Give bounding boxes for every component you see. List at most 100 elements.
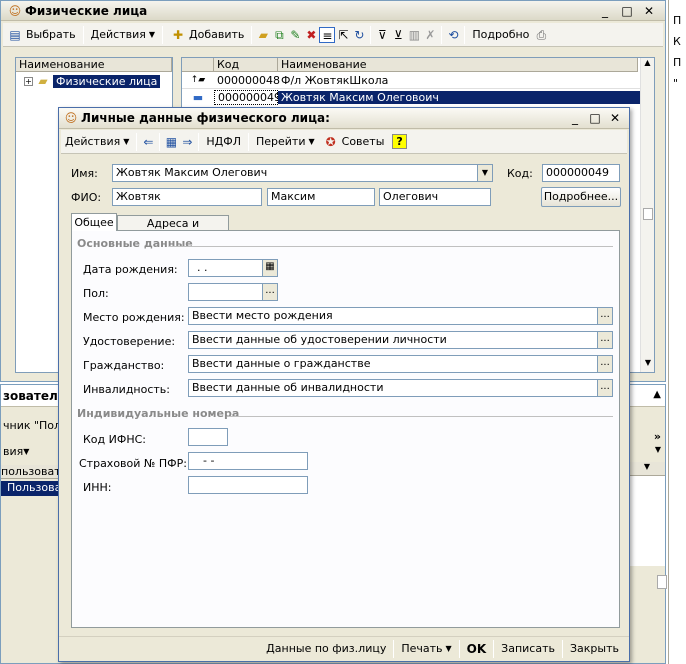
add-button[interactable]: ✚ Добавить [166, 24, 248, 46]
table-row-selected[interactable]: ▬ 000000049 Жовтяк Максим Олеговоич [182, 89, 654, 106]
actions-menu[interactable]: Действия ▼ [87, 24, 159, 46]
sex-select-button[interactable]: ... [262, 283, 278, 301]
separator [198, 132, 200, 151]
minimize-button[interactable]: _ [567, 111, 583, 125]
details-button[interactable]: Подробнее... [541, 187, 621, 207]
tips-icon: ✪ [325, 134, 336, 149]
edit-icon[interactable]: ✎ [287, 27, 303, 43]
users-row[interactable]: Пользова [1, 481, 61, 496]
pfr-label: Страховой № ПФР: [79, 457, 187, 470]
code-field[interactable]: 000000049 [542, 164, 620, 182]
printer-icon[interactable]: ⎙ [533, 27, 549, 43]
fio-first-field[interactable]: Максим [267, 188, 375, 206]
list-scrollbar[interactable]: ▲ ▼ [640, 58, 654, 372]
inn-field[interactable] [188, 476, 308, 494]
ok-button[interactable]: OK [463, 638, 491, 660]
dialog-actions-menu[interactable]: Действия ▼ [61, 131, 133, 153]
filter-list-icon[interactable]: ▥ [406, 27, 422, 43]
disability-field[interactable]: Ввести данные об инвалидности [188, 379, 598, 397]
section-main-title: Основные данные [77, 237, 193, 250]
tips-button[interactable]: ✪ Советы [319, 131, 389, 153]
select-button[interactable]: ▤ Выбрать [3, 24, 80, 46]
id-document-field[interactable]: Ввести данные об удостоверении личности [188, 331, 598, 349]
separator [493, 639, 495, 658]
filter-icon[interactable]: ⊽ [374, 27, 390, 43]
hierarchy-icon[interactable]: ≡ [319, 26, 336, 43]
expand-icon[interactable]: + [24, 76, 33, 86]
user-icon: ☺ [8, 3, 22, 18]
tab-general[interactable]: Общее [71, 213, 117, 231]
close-button[interactable]: ✕ [641, 4, 657, 18]
goto-menu[interactable]: Перейти ▼ [252, 131, 319, 153]
dropdown-arrow-icon: ▼ [123, 137, 130, 146]
minimize-button[interactable]: _ [597, 4, 613, 18]
sync-icon[interactable]: ⟲ [445, 27, 461, 43]
separator [458, 639, 460, 658]
name-label: Имя: [71, 167, 98, 180]
birthplace-label: Место рождения: [83, 311, 185, 324]
separator [82, 25, 84, 44]
filter-set-icon[interactable]: ⊻ [390, 27, 406, 43]
dialog-title: Личные данные физического лица: [81, 111, 330, 125]
dropdown-arrow-icon: ▼ [148, 30, 156, 39]
citizenship-select-button[interactable]: ... [597, 355, 613, 373]
ndfl-button[interactable]: НДФЛ [202, 131, 245, 153]
tab-addresses[interactable]: Адреса и телефоны [117, 215, 229, 245]
citizenship-field[interactable]: Ввести данные о гражданстве [188, 355, 598, 373]
users-title: зователи [3, 389, 67, 403]
disability-select-button[interactable]: ... [597, 379, 613, 397]
calendar-icon[interactable]: ▦ [262, 259, 278, 277]
table-row[interactable]: ↑▰ 000000048 Ф/л ЖовтякШкола [182, 72, 654, 89]
birth-date-field[interactable]: . . [188, 259, 263, 277]
ifns-field[interactable] [188, 428, 228, 446]
id-document-select-button[interactable]: ... [597, 331, 613, 349]
structure-icon[interactable]: ▦ [163, 134, 179, 150]
row-code: 000000048 [217, 73, 280, 87]
fio-last-field[interactable]: Жовтяк [112, 188, 262, 206]
folder-icon: ▰ [38, 74, 48, 88]
users-scroll-thumb[interactable] [657, 575, 667, 589]
dialog-title-bar: ☺ Личные данные физического лица: _ □ ✕ [59, 108, 629, 129]
folder-add-icon[interactable]: ▰ [255, 27, 271, 43]
forward-icon[interactable]: ⇒ [179, 134, 195, 150]
right-line: " [673, 77, 679, 90]
copy-icon[interactable]: ⧉ [271, 27, 287, 43]
maximize-button[interactable]: □ [619, 4, 635, 18]
tree-root-item[interactable]: + ▰ Физические лица [16, 73, 172, 89]
separator [247, 132, 249, 151]
back-icon[interactable]: ⇐ [140, 134, 156, 150]
dialog-bottom-bar: Данные по физ.лицу Печать ▼ OK Записать З… [59, 636, 629, 660]
birthplace-field[interactable]: Ввести место рождения [188, 307, 598, 325]
users-actions-menu[interactable]: вия ▼ [3, 445, 29, 458]
inn-label: ИНН: [83, 481, 112, 494]
element-icon: ▬ [192, 91, 204, 104]
save-button[interactable]: Записать [497, 638, 559, 660]
separator [562, 639, 563, 658]
delete-icon[interactable]: ✖ [303, 27, 319, 43]
list-header-code[interactable]: Код [214, 58, 278, 72]
pfr-field[interactable]: - - [188, 452, 308, 470]
person-data-button[interactable]: Данные по физ.лицу [262, 638, 390, 660]
maximize-button[interactable]: □ [587, 111, 603, 125]
close-button[interactable]: ✕ [607, 111, 623, 125]
name-dropdown-button[interactable]: ▼ [477, 164, 493, 182]
print-menu[interactable]: Печать ▼ [397, 638, 455, 660]
list-header: Код Наименование [182, 58, 654, 72]
list-header-name[interactable]: Наименование [278, 58, 638, 72]
ifns-label: Код ИФНС: [83, 433, 146, 446]
sex-field[interactable] [188, 283, 263, 301]
disability-label: Инвалидность: [83, 383, 170, 396]
cursor-icon[interactable]: ⇱ [335, 27, 351, 43]
fio-middle-field[interactable]: Олегович [379, 188, 491, 206]
filter-clear-icon[interactable]: ✗ [422, 27, 438, 43]
details-button[interactable]: Подробно [468, 24, 533, 46]
close-dialog-button[interactable]: Закрыть [566, 638, 623, 660]
birthplace-select-button[interactable]: ... [597, 307, 613, 325]
dialog-toolbar: Действия ▼ ⇐ ▦ ⇒ НДФЛ Перейти ▼ ✪ Советы ? [61, 130, 627, 154]
help-button[interactable]: ? [388, 131, 410, 153]
name-field[interactable]: Жовтяк Максим Олегович [112, 164, 478, 182]
separator [441, 25, 443, 44]
citizenship-label: Гражданство: [83, 359, 165, 372]
refresh-icon[interactable]: ↻ [351, 27, 367, 43]
user-icon: ☺ [64, 111, 78, 125]
